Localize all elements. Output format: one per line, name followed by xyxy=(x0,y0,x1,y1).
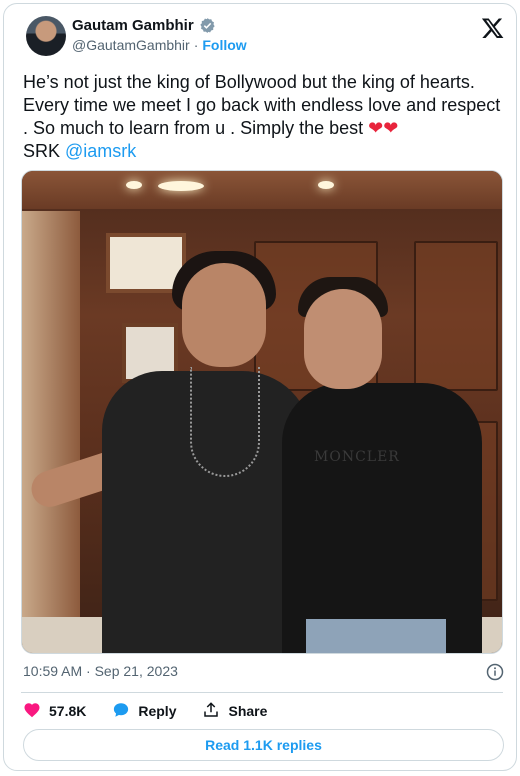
handle-separator: · xyxy=(193,37,199,53)
read-replies-button[interactable]: Read 1.1K replies xyxy=(23,729,504,761)
like-count: 57.8K xyxy=(49,703,87,719)
ceiling-light xyxy=(126,181,142,189)
tweet-body: He’s not just the king of Bollywood but … xyxy=(23,72,506,138)
verified-badge-icon xyxy=(199,17,216,34)
author-handle[interactable]: @GautamGambhir xyxy=(72,37,190,53)
reply-button[interactable]: Reply xyxy=(112,701,176,722)
share-icon xyxy=(202,701,220,722)
person-right-head xyxy=(304,289,382,389)
tweet-card: Gautam Gambhir @GautamGambhir · Follow H… xyxy=(3,3,517,771)
person-right-jeans xyxy=(306,619,446,653)
author-handle-row: @GautamGambhir · Follow xyxy=(72,37,247,53)
author-display-name[interactable]: Gautam Gambhir xyxy=(72,17,194,34)
tweet-body-continued: SRK xyxy=(23,141,61,161)
author-name-row: Gautam Gambhir xyxy=(72,17,216,34)
reply-label: Reply xyxy=(138,703,177,719)
mention-link[interactable]: @iamsrk xyxy=(65,141,136,161)
action-bar: 57.8K Reply Share xyxy=(23,701,293,721)
like-button[interactable]: 57.8K xyxy=(23,701,86,722)
photo-ceiling xyxy=(22,171,502,209)
wood-panel xyxy=(414,241,498,391)
photo-wall xyxy=(22,211,80,653)
tweet-timestamp[interactable]: 10:59 AM · Sep 21, 2023 xyxy=(23,663,178,679)
shirt-brand-text: MONCLER xyxy=(314,449,400,465)
heart-icon xyxy=(23,701,41,722)
person-right-body xyxy=(282,383,482,653)
red-hearts-emoji: ❤❤ xyxy=(368,118,399,138)
author-avatar[interactable] xyxy=(26,16,66,56)
ceiling-light xyxy=(318,181,334,189)
tweet-text: He’s not just the king of Bollywood but … xyxy=(23,71,503,163)
info-icon[interactable] xyxy=(486,663,504,681)
follow-button[interactable]: Follow xyxy=(202,37,246,53)
share-label: Share xyxy=(228,703,268,719)
tweet-photo[interactable]: MONCLER xyxy=(21,170,503,654)
divider xyxy=(21,692,503,693)
necklace xyxy=(190,367,260,477)
share-button[interactable]: Share xyxy=(202,701,267,722)
person-left-head xyxy=(182,263,266,367)
ceiling-light xyxy=(158,181,204,191)
reply-bubble-icon xyxy=(112,701,130,722)
x-logo-icon[interactable] xyxy=(481,16,505,40)
